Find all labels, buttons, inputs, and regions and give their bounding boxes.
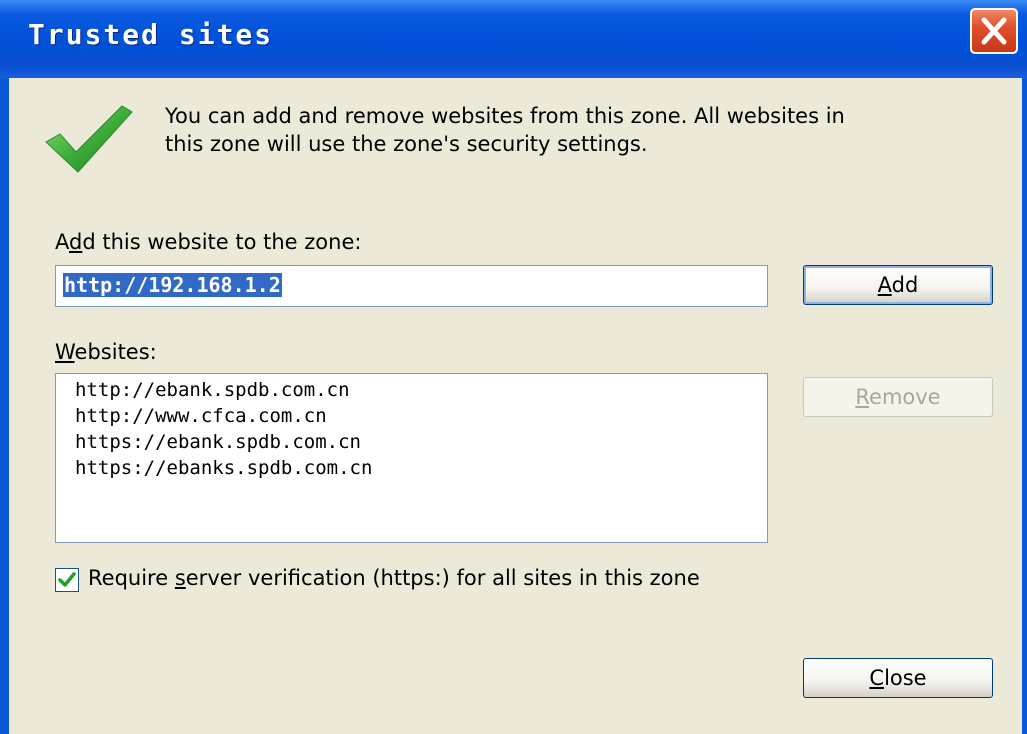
list-item[interactable]: http://www.cfca.com.cn [75, 403, 327, 429]
verification-label-rest: erver verification (https:) for all site… [185, 566, 700, 590]
intro-text: You can add and remove websites from thi… [165, 102, 1015, 158]
intro-line-2: this zone will use the zone's security s… [165, 132, 648, 156]
add-label-rest: d this website to the zone: [82, 230, 362, 254]
checkmark-icon [42, 102, 134, 174]
websites-label-rest: ebsites: [74, 340, 157, 364]
remove-button-accesskey: R [855, 385, 870, 409]
add-label-accesskey: d [69, 230, 83, 254]
trusted-sites-dialog: Trusted sites You can add and remove web… [0, 0, 1027, 734]
add-website-label: Add this website to the zone: [55, 230, 361, 254]
add-label-a: A [55, 230, 69, 254]
websites-label: Websites: [55, 340, 157, 364]
close-button-accesskey: C [869, 666, 885, 690]
website-url-value[interactable]: http://192.168.1.2 [63, 273, 282, 297]
verification-label-pre: Require [88, 566, 175, 590]
websites-label-accesskey: W [55, 340, 75, 364]
close-button-rest: lose [884, 666, 927, 690]
title-bar[interactable]: Trusted sites [0, 0, 1027, 78]
close-icon[interactable] [970, 8, 1018, 54]
add-button-rest: dd [891, 273, 919, 297]
websites-list[interactable]: http://ebank.spdb.com.cn http://www.cfca… [55, 373, 768, 543]
close-button[interactable]: Close [803, 658, 993, 698]
dialog-title: Trusted sites [28, 18, 274, 51]
website-url-input[interactable]: http://192.168.1.2 [55, 265, 768, 307]
verification-label-accesskey: s [174, 566, 186, 590]
require-verification-checkbox[interactable] [55, 568, 79, 592]
checkbox-check-icon [58, 572, 76, 587]
add-button[interactable]: Add [803, 265, 993, 305]
list-item[interactable]: https://ebank.spdb.com.cn [75, 429, 361, 455]
list-item[interactable]: http://ebank.spdb.com.cn [75, 377, 350, 403]
remove-button[interactable]: Remove [803, 377, 993, 417]
intro-line-1: You can add and remove websites from thi… [165, 104, 845, 128]
remove-button-rest: emove [869, 385, 941, 409]
require-verification-label[interactable]: Require server verification (https:) for… [88, 566, 700, 590]
list-item[interactable]: https://ebanks.spdb.com.cn [75, 455, 372, 481]
add-button-accesskey: A [877, 273, 892, 297]
